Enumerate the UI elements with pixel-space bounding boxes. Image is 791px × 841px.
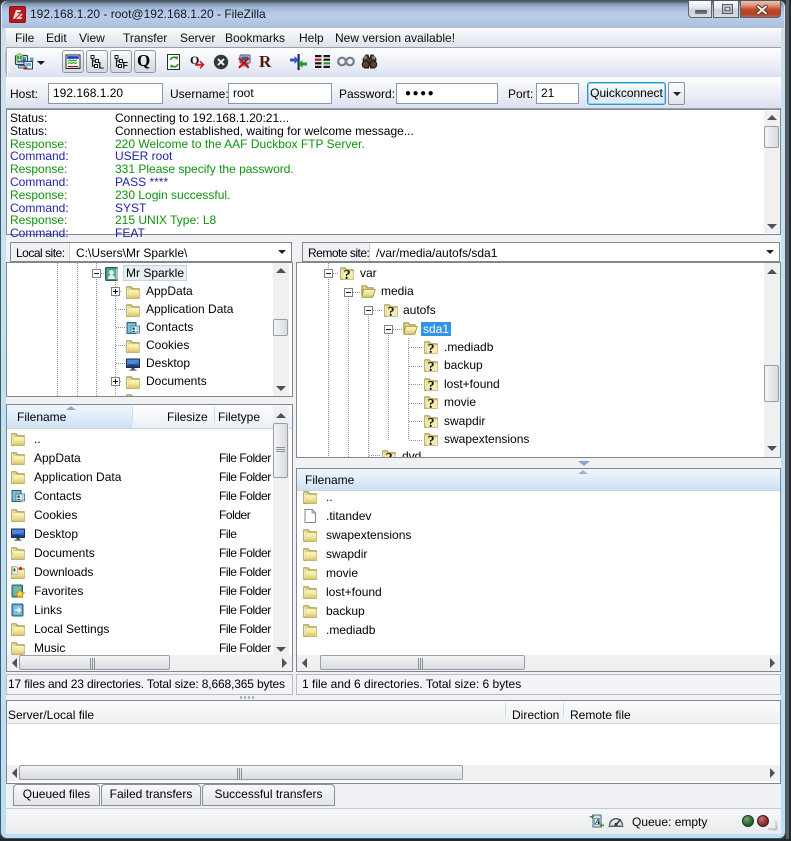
svg-text:L: L [99,61,105,71]
svg-text:A: A [594,817,600,826]
svg-text:F: F [123,61,129,71]
